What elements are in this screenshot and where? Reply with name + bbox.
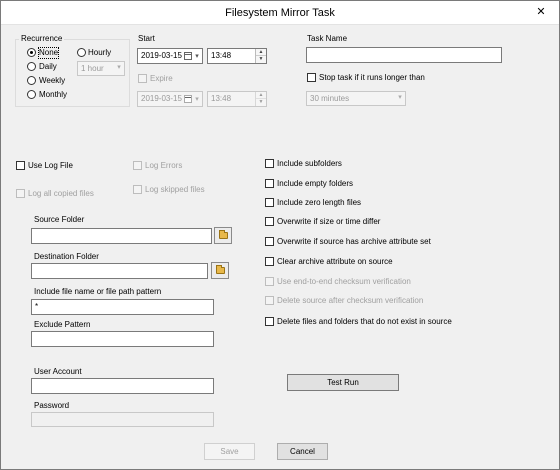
start-label: Start bbox=[138, 34, 155, 43]
start-calendar-icon bbox=[184, 52, 192, 60]
log-skipped-label: Log skipped files bbox=[145, 185, 205, 194]
log-skipped-checkbox[interactable] bbox=[133, 185, 142, 194]
delete-not-in-source-label: Delete files and folders that do not exi… bbox=[277, 317, 452, 326]
overwrite-archive-label: Overwrite if source has archive attribut… bbox=[277, 237, 431, 246]
recurrence-legend: Recurrence bbox=[19, 34, 65, 44]
start-date-value: 2019-03-15 bbox=[141, 51, 182, 60]
expire-time-value: 13:48 bbox=[211, 94, 232, 103]
delete-not-in-source-checkbox[interactable] bbox=[265, 317, 274, 326]
close-icon[interactable]: ✕ bbox=[523, 1, 559, 24]
include-empty-folders-checkbox[interactable] bbox=[265, 179, 274, 188]
overwrite-size-time-checkbox[interactable] bbox=[265, 217, 274, 226]
window-title: Filesystem Mirror Task bbox=[225, 7, 335, 19]
overwrite-archive-checkbox[interactable] bbox=[265, 237, 274, 246]
start-time-value: 13:48 bbox=[211, 51, 232, 60]
expire-time-spinner[interactable]: ▲ ▼ bbox=[255, 92, 266, 106]
user-account-label: User Account bbox=[34, 367, 82, 376]
use-log-file-checkbox[interactable] bbox=[16, 161, 25, 170]
include-zero-length-checkbox[interactable] bbox=[265, 198, 274, 207]
start-time-spinner[interactable]: ▲ ▼ bbox=[255, 49, 266, 63]
expire-calendar-icon bbox=[184, 95, 192, 103]
source-browse-button[interactable] bbox=[214, 227, 232, 244]
hourly-interval-value: 1 hour bbox=[81, 64, 104, 73]
include-subfolders-checkbox[interactable] bbox=[265, 159, 274, 168]
stop-duration-value: 30 minutes bbox=[310, 94, 350, 103]
include-pattern-label: Include file name or file path pattern bbox=[34, 287, 162, 296]
use-checksum-checkbox[interactable] bbox=[265, 277, 274, 286]
start-date-chevron-down-icon: ▾ bbox=[195, 53, 199, 60]
recurrence-daily-label: Daily bbox=[39, 62, 57, 71]
destination-browse-button[interactable] bbox=[211, 262, 229, 279]
stop-duration-chevron-down-icon: ▾ bbox=[398, 94, 402, 101]
recurrence-daily-radio[interactable] bbox=[27, 62, 36, 71]
overwrite-size-time-label: Overwrite if size or time differ bbox=[277, 217, 381, 226]
test-run-button[interactable]: Test Run bbox=[287, 374, 399, 391]
include-pattern-input[interactable]: * bbox=[31, 299, 214, 315]
spin-down-icon[interactable]: ▼ bbox=[256, 99, 266, 106]
include-pattern-value: * bbox=[35, 302, 39, 311]
delete-after-checksum-label: Delete source after checksum verificatio… bbox=[277, 296, 424, 305]
stop-task-checkbox[interactable] bbox=[307, 73, 316, 82]
exclude-pattern-input[interactable] bbox=[31, 331, 214, 347]
spin-up-icon[interactable]: ▲ bbox=[256, 92, 266, 99]
folder-icon bbox=[216, 265, 225, 274]
log-errors-label: Log Errors bbox=[145, 161, 183, 170]
delete-after-checksum-checkbox[interactable] bbox=[265, 296, 274, 305]
expire-label: Expire bbox=[150, 74, 173, 83]
dialog-window: Filesystem Mirror Task ✕ Recurrence None… bbox=[0, 0, 560, 470]
task-name-label: Task Name bbox=[307, 34, 348, 43]
expire-checkbox[interactable] bbox=[138, 74, 147, 83]
exclude-pattern-label: Exclude Pattern bbox=[34, 320, 91, 329]
stop-task-label: Stop task if it runs longer than bbox=[319, 73, 425, 82]
cancel-button[interactable]: Cancel bbox=[277, 443, 328, 460]
spin-up-icon[interactable]: ▲ bbox=[256, 49, 266, 56]
source-folder-label: Source Folder bbox=[34, 215, 85, 224]
destination-folder-label: Destination Folder bbox=[34, 252, 99, 261]
spin-down-icon[interactable]: ▼ bbox=[256, 56, 266, 63]
use-log-file-label: Use Log File bbox=[28, 161, 73, 170]
hourly-interval-chevron-down-icon: ▾ bbox=[117, 64, 121, 71]
expire-date-value: 2019-03-15 bbox=[141, 94, 182, 103]
recurrence-weekly-radio[interactable] bbox=[27, 76, 36, 85]
log-errors-checkbox[interactable] bbox=[133, 161, 142, 170]
recurrence-none-radio[interactable] bbox=[27, 48, 36, 57]
log-all-copied-checkbox[interactable] bbox=[16, 189, 25, 198]
stop-duration-select[interactable]: 30 minutes bbox=[306, 91, 406, 106]
recurrence-hourly-radio[interactable] bbox=[77, 48, 86, 57]
recurrence-hourly-label: Hourly bbox=[88, 48, 112, 57]
password-input[interactable] bbox=[31, 412, 214, 427]
recurrence-monthly-radio[interactable] bbox=[27, 90, 36, 99]
expire-date-chevron-down-icon: ▾ bbox=[195, 96, 199, 103]
use-checksum-label: Use end-to-end checksum verification bbox=[277, 277, 411, 286]
title-bar: Filesystem Mirror Task ✕ bbox=[1, 1, 559, 25]
user-account-input[interactable] bbox=[31, 378, 214, 394]
recurrence-weekly-label: Weekly bbox=[39, 76, 66, 85]
source-folder-input[interactable] bbox=[31, 228, 212, 244]
clear-archive-label: Clear archive attribute on source bbox=[277, 257, 393, 266]
save-button[interactable]: Save bbox=[204, 443, 255, 460]
recurrence-none-label: None bbox=[37, 47, 60, 59]
include-empty-folders-label: Include empty folders bbox=[277, 179, 354, 188]
include-zero-length-label: Include zero length files bbox=[277, 198, 362, 207]
recurrence-monthly-label: Monthly bbox=[39, 90, 68, 99]
password-label: Password bbox=[34, 401, 70, 410]
include-subfolders-label: Include subfolders bbox=[277, 159, 342, 168]
destination-folder-input[interactable] bbox=[31, 263, 208, 279]
task-name-input[interactable] bbox=[306, 47, 502, 63]
clear-archive-checkbox[interactable] bbox=[265, 257, 274, 266]
folder-icon bbox=[219, 230, 228, 239]
log-all-copied-label: Log all copied files bbox=[28, 189, 94, 198]
